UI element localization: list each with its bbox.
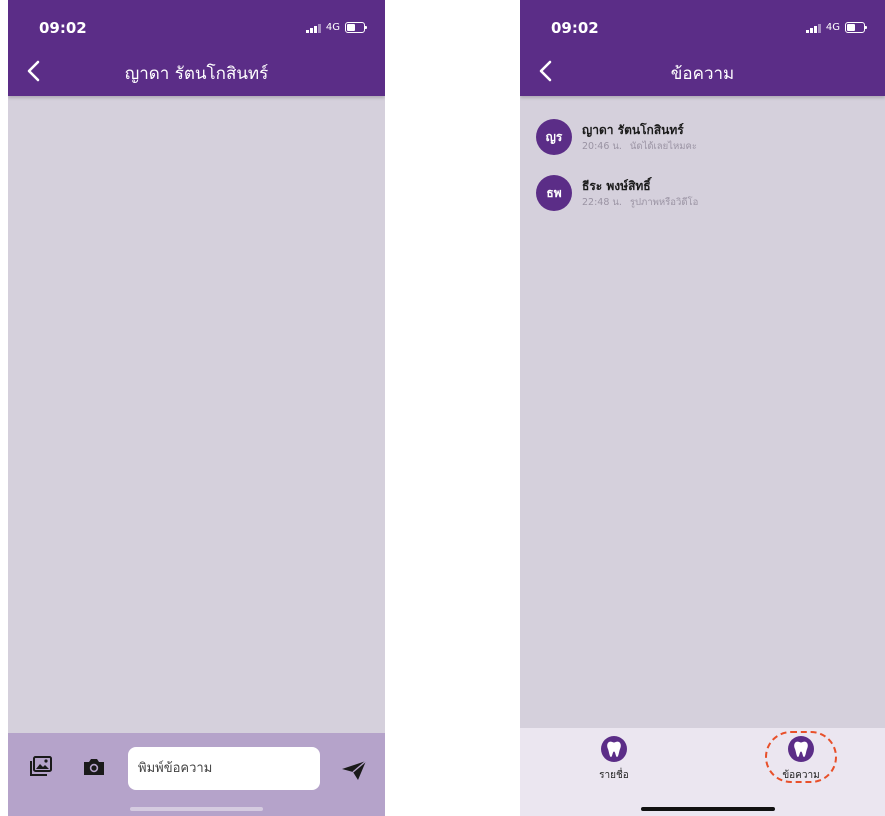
tooth-icon (601, 736, 627, 762)
signal-icon (305, 23, 321, 33)
tooth-icon (788, 736, 814, 762)
status-time: 09:02 (551, 19, 599, 37)
send-icon (342, 760, 367, 780)
conversation-item[interactable]: ธพ ธีระ พงษ์สิทธิ์ 22:48 น. รูปภาพหรือวิด… (536, 175, 866, 219)
messages-screen: 09:02 4G ข้อความ ญร ญาดา รัตนโกสินทร์ 20… (520, 0, 885, 816)
conversation-meta: 20:46 น. นัดได้เลยไหมคะ (582, 139, 697, 154)
battery-icon (845, 22, 867, 33)
camera-button[interactable] (82, 757, 106, 781)
avatar: ญร (536, 119, 572, 155)
conversation-meta: 22:48 น. รูปภาพหรือวิดีโอ (582, 195, 698, 210)
home-indicator (641, 807, 775, 811)
tab-label: รายชื่อ (599, 770, 629, 781)
bottom-tab-bar: รายชื่อ ข้อความ (520, 728, 885, 816)
conversation-item[interactable]: ญร ญาดา รัตนโกสินทร์ 20:46 น. นัดได้เลยไห… (536, 119, 866, 163)
chat-screen: 09:02 4G ญาดา รัตนโกสินทร์ (8, 0, 385, 816)
tab-messages[interactable]: ข้อความ (766, 736, 836, 788)
signal-icon (805, 23, 821, 33)
status-time: 09:02 (39, 19, 87, 37)
network-label: 4G (825, 22, 840, 33)
tab-contacts[interactable]: รายชื่อ (579, 736, 649, 788)
conversation-preview: นัดได้เลยไหมคะ (629, 141, 697, 152)
conversation-name: ธีระ พงษ์สิทธิ์ (582, 179, 651, 193)
avatar: ธพ (536, 175, 572, 211)
conversation-time: 22:48 น. (582, 197, 622, 208)
home-indicator (130, 807, 263, 811)
chat-header: 09:02 4G ญาดา รัตนโกสินทร์ (8, 0, 385, 96)
message-input[interactable] (128, 747, 320, 790)
battery-icon (345, 22, 367, 33)
status-indicators: 4G (305, 22, 367, 33)
page-title: ข้อความ (670, 64, 735, 84)
camera-icon (84, 759, 104, 775)
messages-header: 09:02 4G ข้อความ (520, 0, 885, 96)
conversation-preview: รูปภาพหรือวิดีโอ (629, 197, 699, 208)
send-button[interactable] (341, 759, 367, 785)
gallery-icon (30, 756, 52, 776)
network-label: 4G (325, 22, 340, 33)
conversation-time: 20:46 น. (582, 141, 622, 152)
message-composer (8, 733, 385, 816)
conversation-name: ญาดา รัตนโกสินทร์ (582, 123, 684, 137)
status-indicators: 4G (805, 22, 867, 33)
tab-label: ข้อความ (782, 770, 820, 781)
gallery-button[interactable] (29, 756, 53, 782)
page-title: ญาดา รัตนโกสินทร์ (124, 64, 269, 84)
